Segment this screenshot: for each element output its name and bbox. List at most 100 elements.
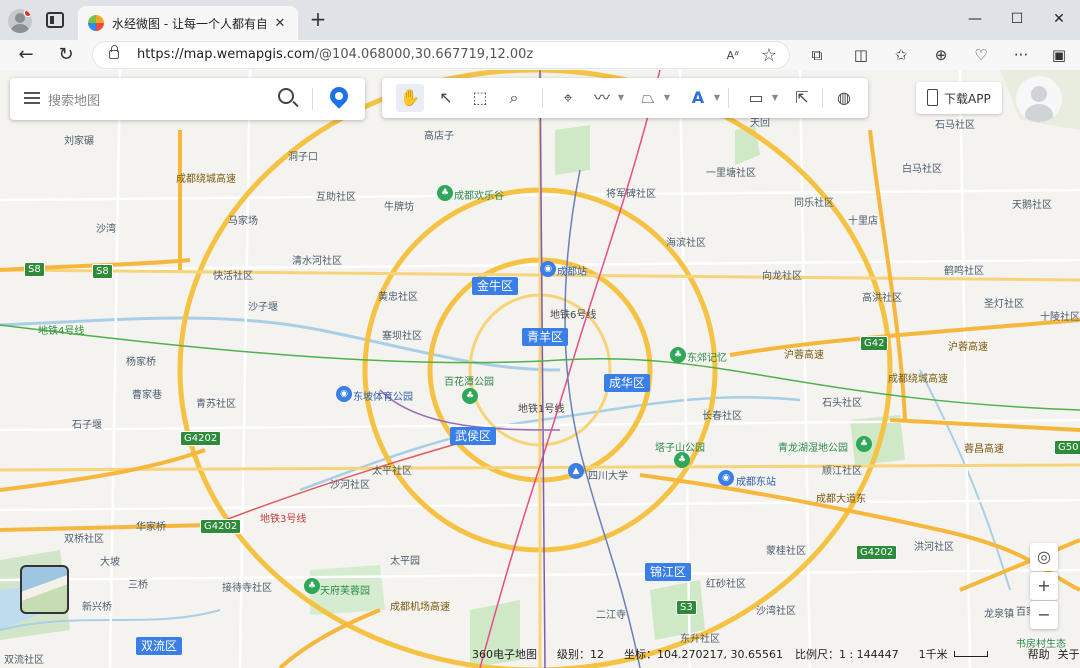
browser-window: 水经微图 - 让每一个人都有自己的 ✕ + — ☐ ✕ ← ↻ https://… <box>0 0 1080 668</box>
zoom-out-button[interactable]: − <box>1030 601 1058 629</box>
stadium-icon[interactable]: ◉ <box>336 386 352 402</box>
road-label: 蓉昌高速 <box>964 444 1004 455</box>
landmark-label[interactable]: 青龙湖湿地公园 <box>778 439 848 454</box>
text-tool-icon[interactable]: A ▼ <box>684 84 720 112</box>
district-label[interactable]: 青羊区 <box>522 328 569 346</box>
lock-icon[interactable] <box>109 45 119 59</box>
about-link[interactable]: 关于 <box>1058 646 1080 662</box>
help-link[interactable]: 帮助 <box>1028 646 1050 662</box>
identify-pointer-icon[interactable]: ⇱ <box>788 84 816 112</box>
map-canvas[interactable]: 金牛区 青羊区 成华区 武侯区 锦江区 双流区 ♣ 成都欢乐谷 ◉ 成都站 ♣ … <box>0 70 1080 668</box>
extensions-icon[interactable]: ⧉ <box>804 43 830 67</box>
place-label: 新兴桥 <box>82 602 112 613</box>
tab-actions-icon[interactable] <box>46 12 64 28</box>
park-icon[interactable]: ♣ <box>437 185 453 201</box>
new-tab-button[interactable]: + <box>306 8 330 32</box>
browser-tab[interactable]: 水经微图 - 让每一个人都有自己的 ✕ <box>78 6 298 40</box>
sidebar-toggle-icon[interactable]: ▣ <box>1046 43 1072 67</box>
place-label: 杨家桥 <box>126 357 156 368</box>
close-window-button[interactable]: ✕ <box>1036 8 1080 32</box>
district-label[interactable]: 武侯区 <box>450 427 497 445</box>
place-label: 马家场 <box>228 216 258 227</box>
place-label: 太平园 <box>390 556 420 567</box>
read-aloud-icon[interactable]: Aᐥ <box>721 45 745 67</box>
scale-unit: 1千米 <box>918 648 948 661</box>
address-toolbar: ← ↻ https://map.wemapgis.com/@104.068000… <box>0 40 1080 70</box>
menu-icon[interactable] <box>24 92 40 104</box>
toolbar-divider <box>822 88 823 108</box>
place-label: 二江寺 <box>596 610 626 621</box>
school-icon[interactable]: ▲ <box>568 463 584 479</box>
place-label: 洪河社区 <box>914 542 954 553</box>
zoom-in-button[interactable]: + <box>1030 572 1058 600</box>
park-icon[interactable]: ♣ <box>304 578 320 594</box>
landmark-label[interactable]: 百花潭公园 <box>444 373 494 388</box>
landmark-label[interactable]: 成都欢乐谷 <box>454 187 504 202</box>
district-label[interactable]: 锦江区 <box>645 563 692 581</box>
search-input[interactable]: 搜索地图 <box>48 90 100 109</box>
minimize-button[interactable]: — <box>952 8 998 32</box>
zoom-box-icon[interactable]: ⌕ <box>500 84 528 112</box>
marker-tool-icon[interactable]: ⌖ <box>554 84 582 112</box>
landmark-label[interactable]: 天府芙蓉园 <box>320 582 370 597</box>
more-menu-icon[interactable]: ··· <box>1008 43 1034 67</box>
tab-close-button[interactable]: ✕ <box>272 16 288 31</box>
url-text[interactable]: https://map.wemapgis.com/@104.068000,30.… <box>137 47 533 62</box>
user-avatar[interactable] <box>1016 76 1062 122</box>
district-label[interactable]: 成华区 <box>604 374 651 392</box>
place-label: 洞子口 <box>288 152 318 163</box>
park-icon[interactable]: ♣ <box>856 436 872 452</box>
place-label: 一里塘社区 <box>706 168 756 179</box>
metro-label: 地铁6号线 <box>550 310 597 321</box>
collections-icon[interactable]: ⊕ <box>928 43 954 67</box>
box-select-icon[interactable]: ⬚ <box>466 84 494 112</box>
refresh-icon[interactable]: ↻ <box>52 42 80 68</box>
split-screen-icon[interactable]: ◫ <box>848 43 874 67</box>
download-app-button[interactable]: 下载APP <box>916 82 1002 114</box>
pan-hand-icon[interactable]: ✋ <box>396 84 424 112</box>
district-label[interactable]: 金牛区 <box>472 277 519 295</box>
landmark-label[interactable]: 成都站 <box>557 263 587 278</box>
place-label: 同乐社区 <box>794 198 834 209</box>
favorites-icon[interactable]: ✩ <box>888 43 914 67</box>
highway-shield: S8 <box>92 264 113 279</box>
search-divider <box>312 88 313 110</box>
place-label: 双桥社区 <box>64 534 104 545</box>
highway-shield: G50 <box>1054 440 1080 455</box>
search-icon[interactable] <box>278 88 294 104</box>
profile-avatar-icon[interactable] <box>8 9 32 33</box>
select-pointer-icon[interactable]: ↖ <box>432 84 460 112</box>
locate-me-icon[interactable]: ◎ <box>1030 543 1058 571</box>
landmark-label[interactable]: 成都东站 <box>736 473 776 488</box>
favorite-star-icon[interactable]: ☆ <box>757 45 781 67</box>
measure-ruler-icon[interactable]: ▭ ▼ <box>742 84 778 112</box>
place-label: 将军碑社区 <box>606 189 656 200</box>
place-label: 接待寺社区 <box>222 583 272 594</box>
maximize-button[interactable]: ☐ <box>994 8 1040 32</box>
landmark-label[interactable]: 四川大学 <box>588 467 628 482</box>
park-icon[interactable]: ♣ <box>674 452 690 468</box>
station-icon[interactable]: ◉ <box>718 470 734 486</box>
metro-label: 地铁4号线 <box>38 326 85 337</box>
browser-essentials-icon[interactable]: ♡ <box>968 43 994 67</box>
polygon-tool-icon[interactable]: ⏢ ▼ <box>634 84 670 112</box>
place-label: 沙湾 <box>96 224 116 235</box>
place-label: 沙湾社区 <box>756 606 796 617</box>
line-tool-icon[interactable]: 〰 ▼ <box>588 84 624 112</box>
park-icon[interactable]: ♣ <box>670 347 686 363</box>
landmark-label[interactable]: 东郊记忆 <box>687 349 727 364</box>
scale-value: 1 : 144447 <box>838 647 899 661</box>
back-arrow-icon[interactable]: ← <box>12 42 40 68</box>
landmark-label[interactable]: 东坡体育公园 <box>353 388 413 403</box>
address-bar[interactable]: https://map.wemapgis.com/@104.068000,30.… <box>92 41 790 69</box>
site-favicon-icon <box>88 15 104 31</box>
place-label: 三桥 <box>128 580 148 591</box>
place-label: 石头社区 <box>822 398 862 409</box>
place-label: 沙河社区 <box>330 480 370 491</box>
station-icon[interactable]: ◉ <box>540 261 556 277</box>
park-icon[interactable]: ♣ <box>462 388 478 404</box>
basemap-switcher[interactable] <box>20 565 69 614</box>
place-label: 清水河社区 <box>292 256 342 267</box>
globe-icon[interactable]: ◍ <box>830 84 858 112</box>
location-pin-icon[interactable] <box>326 83 352 109</box>
